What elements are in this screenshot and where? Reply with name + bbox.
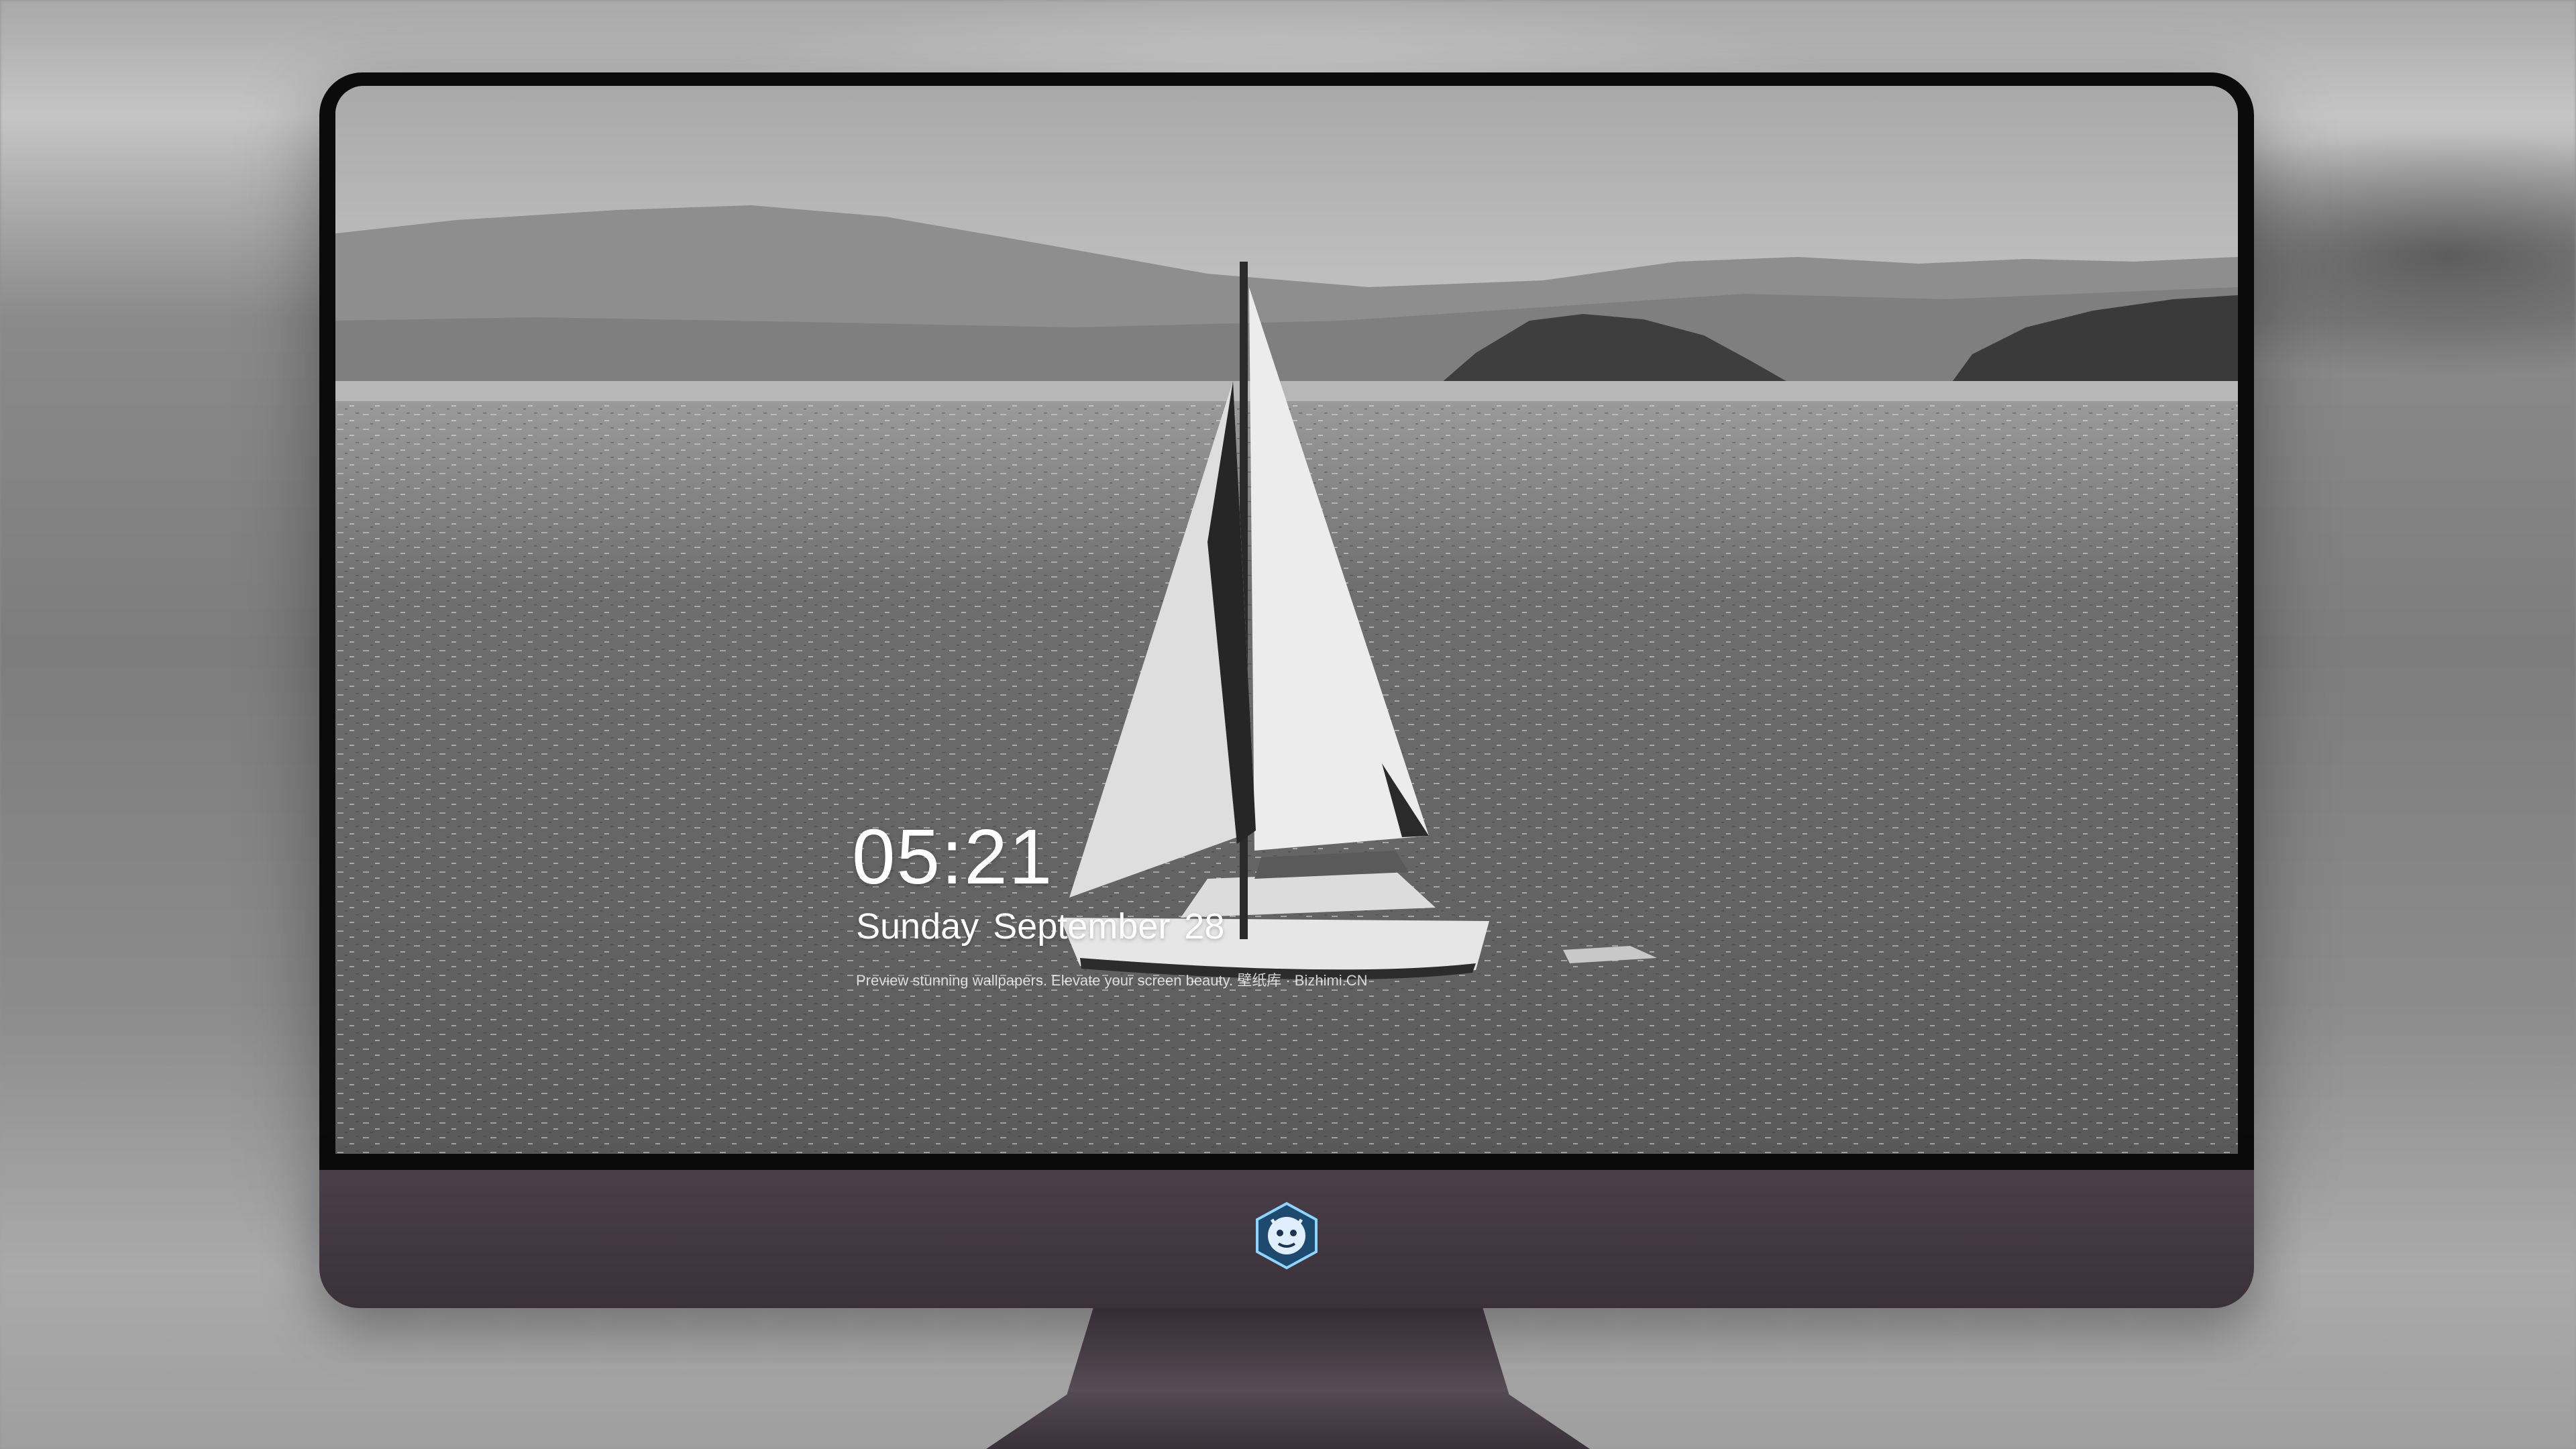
wallpaper-tagline: Preview stunning wallpapers. Elevate you…	[856, 972, 1368, 989]
brand-logo-icon	[1256, 1201, 1318, 1270]
lock-date: Sunday September 28	[856, 906, 1225, 947]
monitor-stand-base	[986, 1392, 1590, 1449]
lock-clock: 05:21	[852, 813, 1054, 900]
monitor-screen: 05:21 Sunday September 28 Preview stunni…	[335, 86, 2238, 1154]
monitor-stand-neck	[1067, 1308, 1509, 1395]
wallpaper-sailboat	[335, 86, 2238, 1154]
